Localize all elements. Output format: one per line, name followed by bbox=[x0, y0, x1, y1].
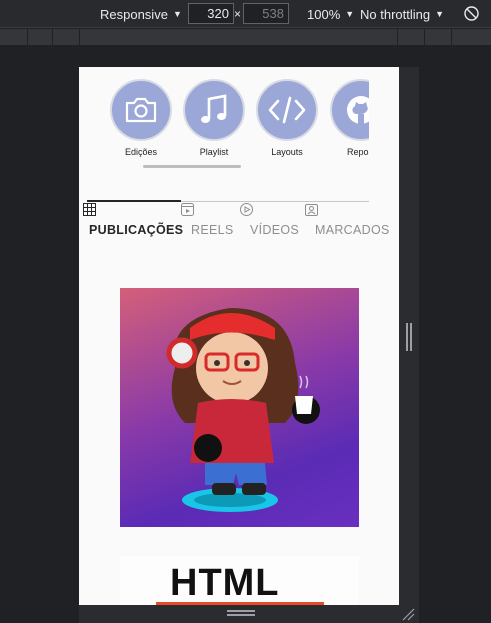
tagged-icon[interactable] bbox=[305, 203, 318, 216]
music-note-icon bbox=[201, 94, 227, 123]
highlight-label: Edições bbox=[124, 147, 158, 157]
code-icon bbox=[268, 96, 306, 124]
media-query-ruler[interactable] bbox=[0, 29, 491, 45]
reels-icon[interactable] bbox=[181, 203, 194, 216]
device-viewport: Edições Playlist Layouts Repo PUBLICAÇÕE… bbox=[79, 67, 399, 605]
chevron-down-icon: ▼ bbox=[435, 9, 445, 19]
highlight-item[interactable]: Layouts bbox=[255, 79, 319, 157]
story-highlights: Edições Playlist Layouts Repo bbox=[109, 79, 369, 171]
ruler-segment[interactable] bbox=[425, 29, 452, 45]
highlight-circle[interactable] bbox=[256, 79, 318, 141]
ruler-segment[interactable] bbox=[53, 29, 80, 45]
highlights-scrollbar[interactable] bbox=[143, 165, 241, 168]
dimension-separator: × bbox=[234, 7, 242, 21]
device-toolbar: Responsive ▼ 320 × 538 100% ▼ No throttl… bbox=[0, 0, 491, 28]
height-input[interactable]: 538 bbox=[243, 3, 289, 24]
highlight-label: Layouts bbox=[271, 147, 303, 157]
resize-handle-bottom[interactable] bbox=[227, 610, 255, 616]
zoom-select[interactable]: 100% ▼ bbox=[307, 0, 354, 28]
zoom-label: 100% bbox=[307, 6, 341, 22]
highlight-circle[interactable] bbox=[330, 79, 369, 141]
rotate-icon[interactable] bbox=[463, 5, 480, 22]
tab-publicacoes[interactable]: PUBLICAÇÕES bbox=[89, 223, 183, 237]
highlight-item[interactable]: Edições bbox=[109, 79, 173, 157]
active-tab-indicator bbox=[87, 200, 181, 202]
chevron-down-icon: ▼ bbox=[172, 9, 182, 19]
device-label: Responsive bbox=[100, 6, 168, 22]
tab-videos[interactable]: VÍDEOS bbox=[250, 223, 299, 237]
avatar-illustration bbox=[166, 308, 320, 512]
post-image-html[interactable]: HTML bbox=[120, 556, 359, 605]
device-select[interactable]: Responsive ▼ bbox=[100, 0, 182, 28]
grid-icon[interactable] bbox=[83, 203, 96, 216]
tab-reels[interactable]: REELS bbox=[191, 223, 234, 237]
throttling-label: No throttling bbox=[360, 6, 431, 22]
ruler-segment[interactable] bbox=[80, 29, 398, 45]
camera-icon bbox=[125, 97, 157, 123]
chevron-down-icon: ▼ bbox=[345, 9, 355, 19]
highlight-label: Playlist bbox=[199, 147, 229, 157]
highlight-circle[interactable] bbox=[183, 79, 245, 141]
html-logo-text: HTML bbox=[170, 562, 280, 604]
ruler-segment[interactable] bbox=[28, 29, 53, 45]
throttling-select[interactable]: No throttling ▼ bbox=[360, 0, 444, 28]
resize-handle-right[interactable] bbox=[406, 323, 412, 351]
ruler-segment[interactable] bbox=[398, 29, 425, 45]
post-image-avatar[interactable] bbox=[120, 288, 359, 527]
github-icon bbox=[347, 96, 369, 124]
tab-marcados[interactable]: MARCADOS bbox=[315, 223, 390, 237]
highlight-item[interactable]: Playlist bbox=[182, 79, 246, 157]
highlight-circle[interactable] bbox=[110, 79, 172, 141]
highlight-item[interactable]: Reposi bbox=[329, 79, 369, 157]
width-input[interactable]: 320 bbox=[188, 3, 234, 24]
resize-handle-corner[interactable] bbox=[401, 607, 415, 621]
play-icon[interactable] bbox=[240, 203, 253, 216]
highlight-label: Reposi bbox=[346, 147, 369, 157]
ruler-segment[interactable] bbox=[0, 29, 28, 45]
